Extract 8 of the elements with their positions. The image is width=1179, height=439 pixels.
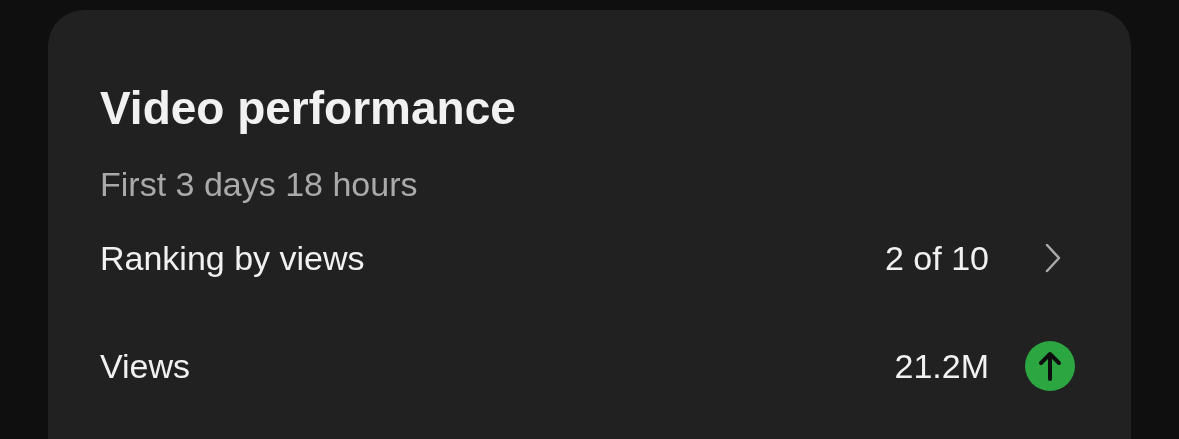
card-subtitle: First 3 days 18 hours [100, 164, 419, 205]
metric-value: 2 of 10 [885, 238, 989, 278]
arrow-up-icon [1025, 341, 1075, 391]
metric-value: 21.2M [894, 346, 989, 386]
metric-label: Views [100, 346, 192, 386]
card-title: Video performance [100, 81, 517, 136]
chevron-right-icon[interactable] [1045, 243, 1061, 273]
metric-label: Ranking by views [100, 238, 366, 278]
